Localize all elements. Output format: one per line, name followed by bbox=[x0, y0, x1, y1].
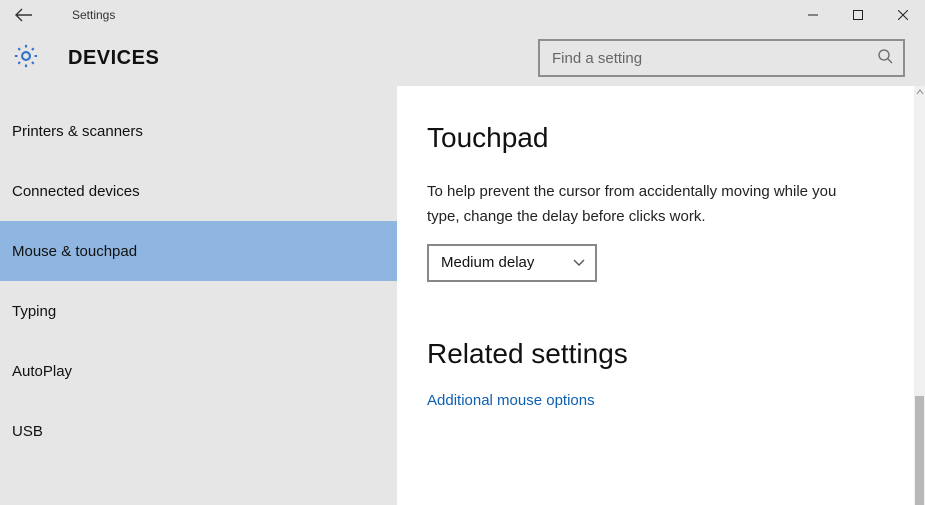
back-button[interactable] bbox=[0, 0, 48, 30]
search-icon bbox=[877, 48, 893, 69]
content-panel: Touchpad To help prevent the cursor from… bbox=[397, 86, 914, 505]
sidebar-item-usb[interactable]: USB bbox=[0, 401, 397, 461]
chevron-down-icon bbox=[573, 254, 585, 271]
sidebar-item-label: Printers & scanners bbox=[12, 123, 143, 140]
content-scrollbar[interactable] bbox=[914, 86, 925, 505]
sidebar-item-typing[interactable]: Typing bbox=[0, 281, 397, 341]
sidebar: Printers & scanners Connected devices Mo… bbox=[0, 86, 397, 505]
arrow-left-icon bbox=[15, 8, 33, 22]
minimize-icon bbox=[808, 10, 818, 20]
close-button[interactable] bbox=[880, 0, 925, 30]
maximize-icon bbox=[853, 10, 863, 20]
sidebar-item-label: USB bbox=[12, 423, 43, 440]
sidebar-item-connected-devices[interactable]: Connected devices bbox=[0, 161, 397, 221]
sidebar-item-printers[interactable]: Printers & scanners bbox=[0, 101, 397, 161]
sidebar-item-label: Typing bbox=[12, 303, 56, 320]
maximize-button[interactable] bbox=[835, 0, 880, 30]
delay-dropdown[interactable]: Medium delay bbox=[427, 244, 597, 282]
window-controls bbox=[790, 0, 925, 30]
additional-mouse-options-link[interactable]: Additional mouse options bbox=[427, 392, 870, 409]
section-title-touchpad: Touchpad bbox=[427, 122, 870, 154]
search-box[interactable] bbox=[538, 39, 905, 77]
scrollbar-thumb[interactable] bbox=[915, 396, 924, 505]
close-icon bbox=[898, 10, 908, 20]
sidebar-item-label: Mouse & touchpad bbox=[12, 243, 137, 260]
sidebar-item-mouse-touchpad[interactable]: Mouse & touchpad bbox=[0, 221, 397, 281]
section-title-related: Related settings bbox=[427, 338, 870, 370]
minimize-button[interactable] bbox=[790, 0, 835, 30]
sidebar-item-label: AutoPlay bbox=[12, 363, 72, 380]
window-title: Settings bbox=[48, 8, 115, 22]
settings-gear-icon bbox=[12, 42, 40, 75]
scroll-up-icon bbox=[914, 86, 925, 98]
header: DEVICES bbox=[0, 30, 925, 86]
search-input[interactable] bbox=[552, 50, 877, 67]
touchpad-description: To help prevent the cursor from accident… bbox=[427, 180, 857, 230]
page-category: DEVICES bbox=[68, 47, 159, 70]
sidebar-item-autoplay[interactable]: AutoPlay bbox=[0, 341, 397, 401]
title-bar: Settings bbox=[0, 0, 925, 30]
delay-dropdown-value: Medium delay bbox=[441, 254, 573, 271]
sidebar-item-label: Connected devices bbox=[12, 183, 140, 200]
